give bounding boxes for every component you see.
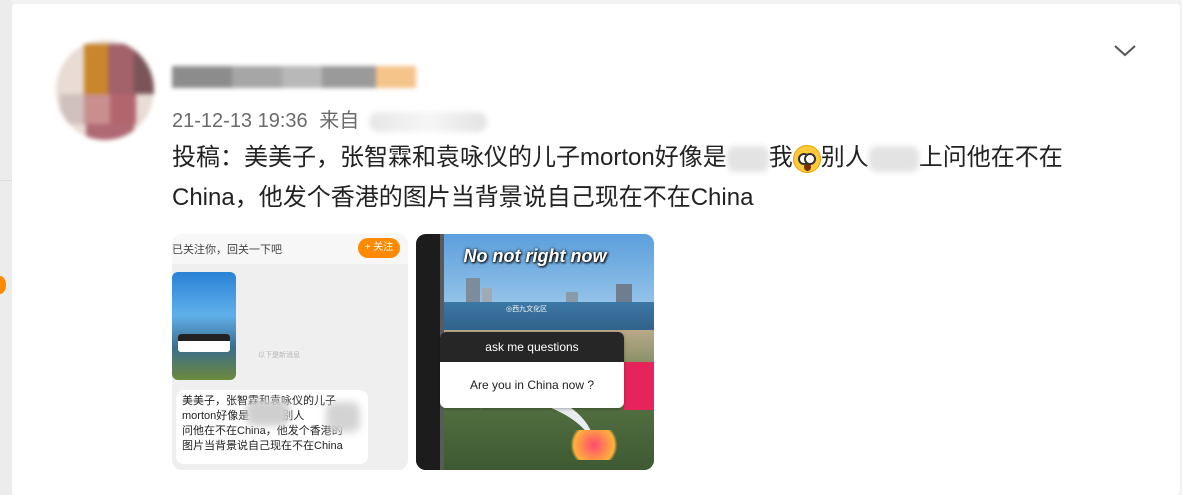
astonished-emoji-icon — [792, 144, 821, 173]
post-image-1[interactable]: 已关注你，回关一下吧 + 关注 以下是新消息 美美子，张智霖和袁咏仪的儿子 mo… — [172, 234, 408, 470]
post-text-segment: 别人 — [820, 144, 869, 171]
image2-location-tag: ◎西九文化区 — [506, 306, 548, 313]
left-divider — [0, 180, 12, 181]
image1-faint-text: 以下是新消息 — [258, 352, 300, 359]
username-blurred[interactable] — [172, 60, 416, 94]
blurred-word — [726, 145, 769, 172]
post-text: 投稿：美美子，张智霖和袁咏仪的儿子morton好像是 我别人 上问他在不在 Chin… — [172, 138, 1132, 218]
bubble-blur — [246, 400, 290, 426]
post-meta: 21-12-13 19:36 来自 — [172, 104, 487, 133]
avatar[interactable] — [56, 40, 154, 140]
left-orange-marker — [0, 276, 6, 294]
source-prefix: 来自 — [319, 110, 360, 132]
source-blurred — [368, 111, 487, 132]
bubble-blur — [326, 402, 360, 432]
image1-story-thumbnail — [172, 272, 236, 380]
post-text-segment: 投稿：美美子，张智霖和袁咏仪的儿子morton好像是 — [172, 144, 727, 171]
image1-mini-question-card — [178, 334, 230, 352]
post-text-line-2: China，他发个香港的图片当背景说自己现在不在China — [172, 184, 754, 211]
post-text-segment: 上问他在不在 — [918, 144, 1063, 171]
image1-topbar: 已关注你，回关一下吧 + 关注 — [172, 234, 408, 264]
image2-question-card: ask me questions Are you in China now ? — [440, 332, 624, 408]
post-text-segment: 我 — [768, 144, 793, 171]
image2-flower-bed — [564, 430, 624, 460]
post-card: 21-12-13 19:36 来自 投稿：美美子，张智霖和袁咏仪的儿子morto… — [12, 4, 1180, 495]
bubble-line: 图片当背景说自己现在不在China — [182, 440, 343, 452]
image1-follow-text: 已关注你，回关一下吧 — [172, 244, 282, 256]
left-panel-strip — [0, 0, 12, 495]
post-image-2[interactable]: No not right now ◎西九文化区 ask me questions… — [416, 234, 654, 470]
blurred-word — [868, 145, 919, 172]
post-text-line-1: 投稿：美美子，张智霖和袁咏仪的儿子morton好像是 我别人 上问他在不在 — [172, 138, 1132, 178]
image1-message-bubble: 美美子，张智霖和袁咏仪的儿子 morton好像是 别人 问他在不在China，他… — [176, 390, 368, 464]
chevron-down-icon[interactable] — [1112, 40, 1138, 60]
image2-headline: No not right now — [463, 246, 607, 266]
post-timestamp: 21-12-13 19:36 — [172, 110, 308, 132]
image2-window-frame — [416, 234, 440, 470]
image1-follow-button: + 关注 — [358, 238, 400, 258]
question-body: Are you in China now ? — [469, 378, 595, 392]
question-header: ask me questions — [440, 332, 624, 362]
image2-pink-sign — [624, 362, 654, 410]
